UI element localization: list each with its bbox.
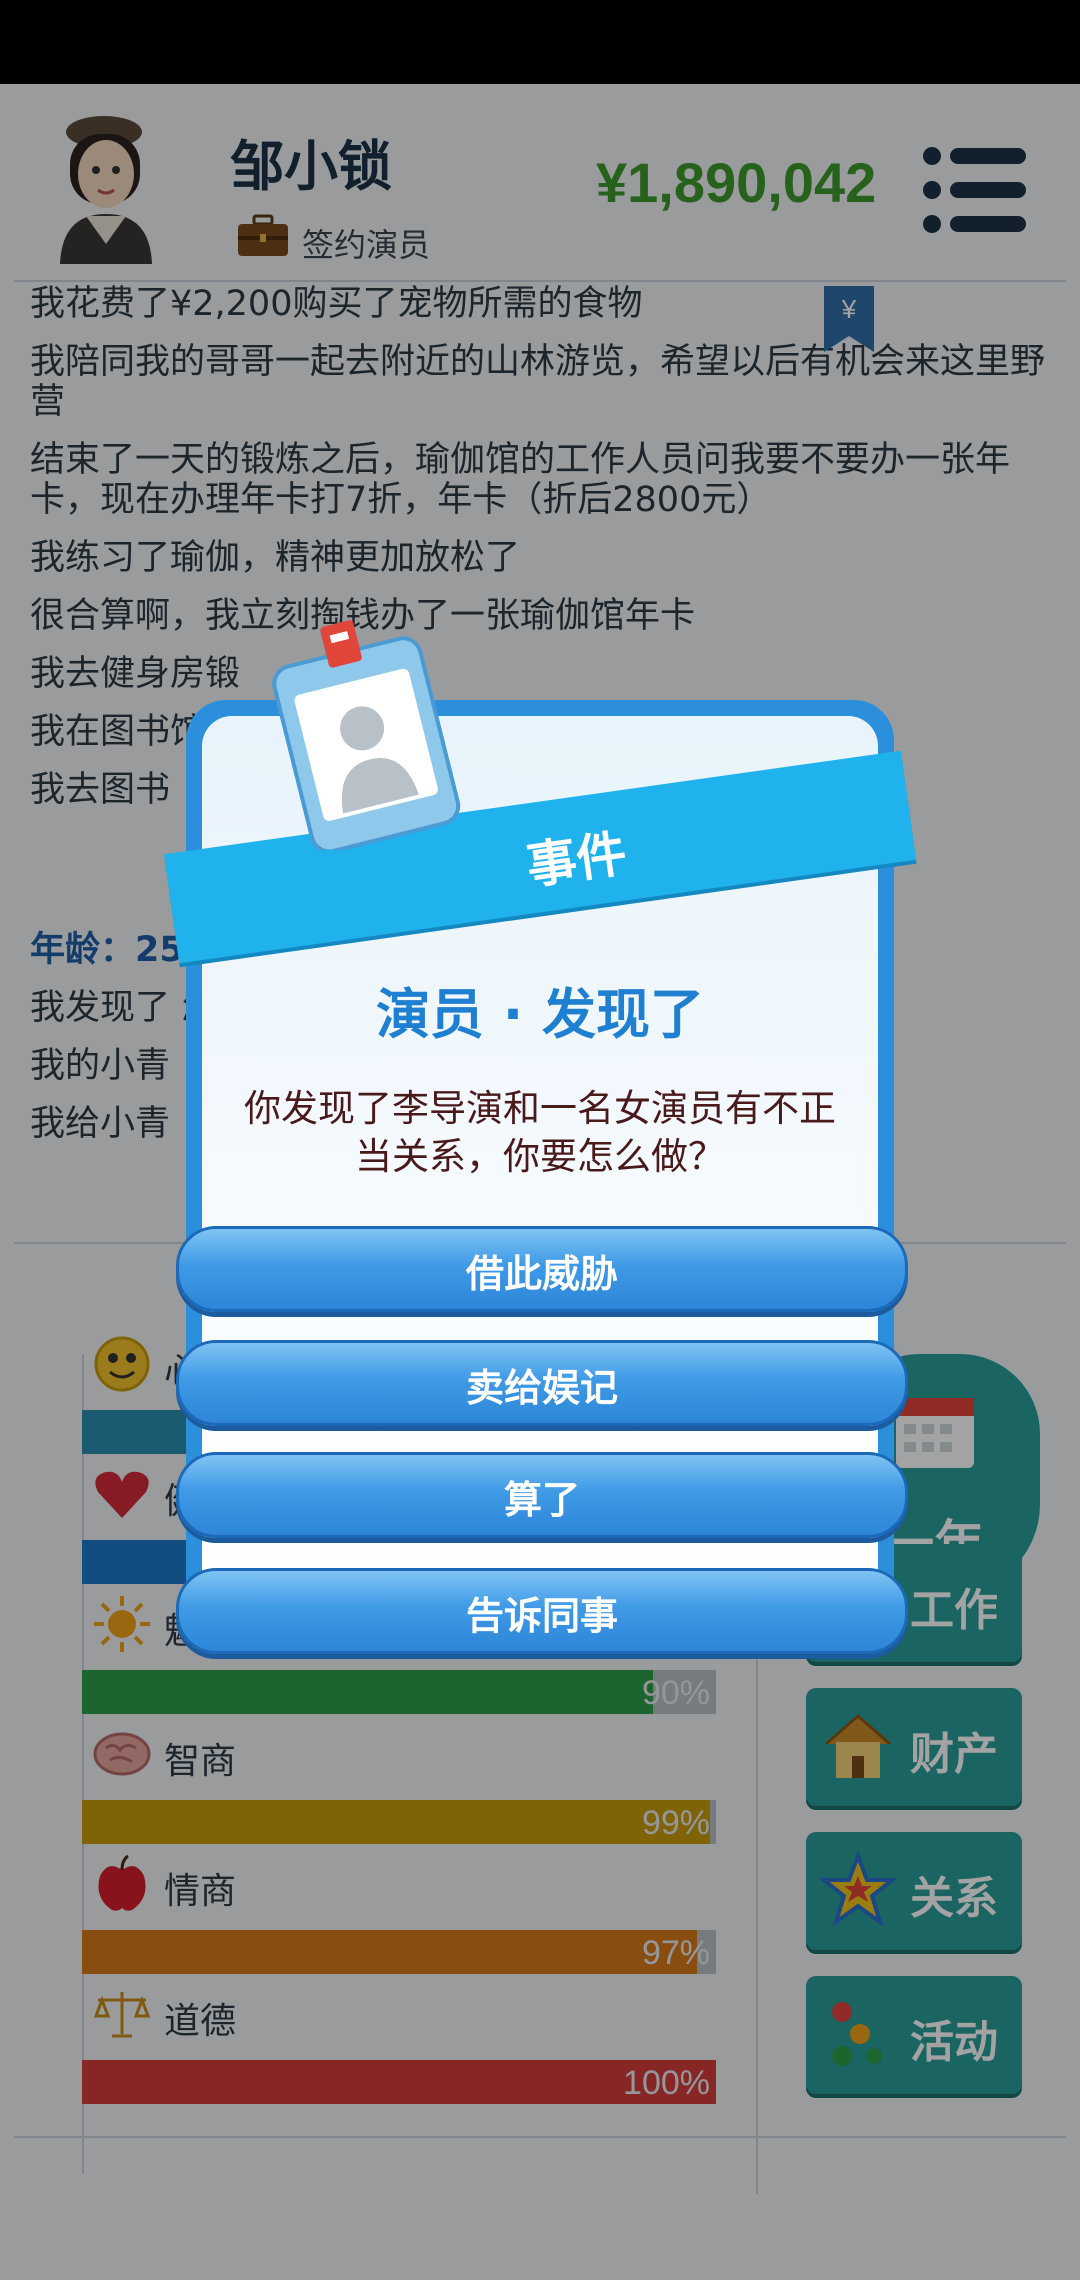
id-badge-icon [272, 620, 461, 850]
event-dialog: 事件 演员 · 发现了 你发现了李导演和一名女演员有不正当关系，你要怎么做？ 借… [163, 620, 917, 1654]
choice-label: 卖给娱记 [465, 1366, 618, 1410]
choice-label: 算了 [503, 1478, 580, 1522]
event-title: 演员 · 发现了 [375, 983, 705, 1046]
choice-tell-colleague-button[interactable]: 告诉同事 [176, 1568, 908, 1654]
choice-label: 借此威胁 [465, 1252, 618, 1296]
choice-label: 告诉同事 [465, 1594, 618, 1638]
event-description: 你发现了李导演和一名女演员有不正当关系，你要怎么做？ [244, 1087, 836, 1178]
choice-forget-it-button[interactable]: 算了 [176, 1452, 908, 1538]
status-bar [0, 0, 1080, 84]
choice-sell-to-tabloid-button[interactable]: 卖给娱记 [176, 1340, 908, 1426]
choice-threaten-button[interactable]: 借此威胁 [176, 1226, 908, 1312]
